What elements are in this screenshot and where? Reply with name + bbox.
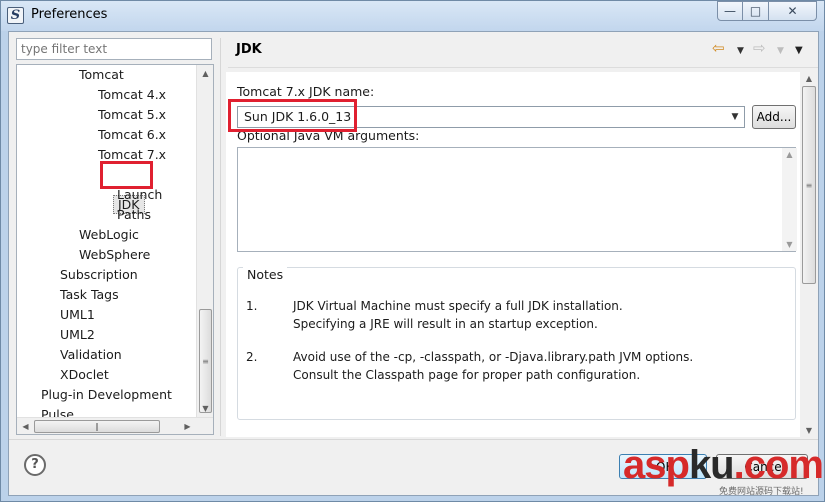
tree-item-task-tags[interactable]: Task Tags — [60, 285, 119, 304]
page-scroll-up-icon[interactable]: ▲ — [800, 74, 818, 83]
tree-vertical-scrollbar[interactable]: ▲ ≡ ▼ — [196, 65, 213, 417]
tree-item-subscription[interactable]: Subscription — [60, 265, 138, 284]
tree-item-validation[interactable]: Validation — [60, 345, 122, 364]
filter-input[interactable] — [16, 38, 212, 60]
tree-item-tomcat-6x[interactable]: Tomcat 6.x — [98, 125, 166, 144]
minimize-button[interactable]: — — [717, 1, 743, 21]
note-2-line-1: Avoid use of the -cp, -classpath, or -Dj… — [293, 350, 694, 364]
tree-item-tomcat-4x[interactable]: Tomcat 4.x — [98, 85, 166, 104]
cancel-button[interactable]: Cancel — [716, 454, 808, 479]
ok-button[interactable]: OK — [619, 454, 707, 479]
tree-hscroll-thumb[interactable]: ‖ — [34, 420, 160, 433]
back-history-menu-icon[interactable]: ▼ — [737, 42, 744, 60]
scroll-right-arrow-icon[interactable]: ▶ — [179, 418, 196, 434]
tree-item-tomcat-7x[interactable]: Tomcat 7.x — [98, 145, 166, 164]
window-title: Preferences — [31, 7, 108, 22]
forward-arrow-icon[interactable]: ⇨ — [753, 39, 766, 57]
back-arrow-icon[interactable]: ⇦ — [712, 39, 725, 57]
jdk-page-content: Tomcat 7.x JDK name: Sun JDK 1.6.0_13 ▼ … — [226, 72, 801, 437]
maximize-button[interactable]: □ — [742, 1, 769, 21]
close-button[interactable]: ✕ — [768, 1, 817, 21]
preferences-window: S Preferences — □ ✕ Tomcat Tomcat 4.x To… — [0, 0, 825, 502]
jdk-name-label: Tomcat 7.x JDK name: — [237, 84, 375, 99]
view-menu-icon[interactable]: ▼ — [795, 42, 803, 60]
forward-history-menu-icon[interactable]: ▼ — [777, 42, 784, 60]
dialog-client-area: Tomcat Tomcat 4.x Tomcat 5.x Tomcat 6.x … — [8, 31, 819, 496]
title-separator — [228, 67, 818, 68]
page-vertical-scrollbar[interactable]: ▲ ≡ ▼ — [800, 72, 818, 437]
preference-tree[interactable]: Tomcat Tomcat 4.x Tomcat 5.x Tomcat 6.x … — [16, 64, 214, 435]
vm-args-scroll-down-icon[interactable]: ▼ — [782, 240, 797, 249]
help-button[interactable]: ? — [24, 454, 46, 476]
page-scroll-down-icon[interactable]: ▼ — [800, 426, 818, 435]
scroll-up-arrow-icon[interactable]: ▲ — [197, 65, 213, 82]
scroll-left-arrow-icon[interactable]: ◀ — [17, 418, 34, 434]
note-2-number: 2. — [246, 350, 258, 364]
vm-args-label: Optional Java VM arguments: — [237, 128, 420, 143]
vm-args-textarea[interactable] — [237, 147, 796, 252]
scroll-down-arrow-icon[interactable]: ▼ — [197, 400, 213, 417]
notes-legend: Notes — [243, 267, 288, 282]
tree-item-paths[interactable]: Paths — [117, 205, 151, 224]
note-1-line-1: JDK Virtual Machine must specify a full … — [293, 299, 623, 313]
jdk-name-selected-value: Sun JDK 1.6.0_13 — [244, 109, 352, 124]
note-1-number: 1. — [246, 299, 258, 313]
tree-item-websphere[interactable]: WebSphere — [79, 245, 150, 264]
button-bar-separator — [9, 439, 818, 440]
tree-item-plugin-development[interactable]: Plug-in Development — [41, 385, 172, 404]
tree-item-tomcat[interactable]: Tomcat — [79, 65, 124, 84]
tree-scroll-thumb[interactable]: ≡ — [199, 309, 212, 413]
tree-item-xdoclet[interactable]: XDoclet — [60, 365, 109, 384]
tree-item-weblogic[interactable]: WebLogic — [79, 225, 139, 244]
vm-args-scroll-up-icon[interactable]: ▲ — [782, 150, 797, 159]
note-1-line-2: Specifying a JRE will result in an start… — [293, 317, 598, 331]
tree-item-uml2[interactable]: UML2 — [60, 325, 95, 344]
page-scroll-thumb[interactable]: ≡ — [802, 86, 816, 284]
tree-item-uml1[interactable]: UML1 — [60, 305, 95, 324]
eclipse-app-icon: S — [7, 7, 24, 24]
combo-dropdown-icon[interactable]: ▼ — [726, 107, 744, 127]
tree-item-launch[interactable]: Launch — [117, 185, 162, 204]
panel-sash[interactable] — [220, 38, 221, 436]
tree-item-tomcat-5x[interactable]: Tomcat 5.x — [98, 105, 166, 124]
title-bar[interactable]: S Preferences — □ ✕ — [1, 1, 824, 31]
notes-group: Notes 1. JDK Virtual Machine must specif… — [237, 267, 796, 420]
page-title: JDK — [236, 42, 262, 57]
tree-horizontal-scrollbar[interactable]: ◀ ‖ ▶ — [17, 417, 213, 434]
add-jdk-button[interactable]: Add... — [752, 105, 796, 129]
jdk-name-combo[interactable]: Sun JDK 1.6.0_13 ▼ — [237, 106, 745, 128]
note-2-line-2: Consult the Classpath page for proper pa… — [293, 368, 641, 382]
vm-args-scrollbar[interactable]: ▲ ▼ — [782, 148, 797, 251]
